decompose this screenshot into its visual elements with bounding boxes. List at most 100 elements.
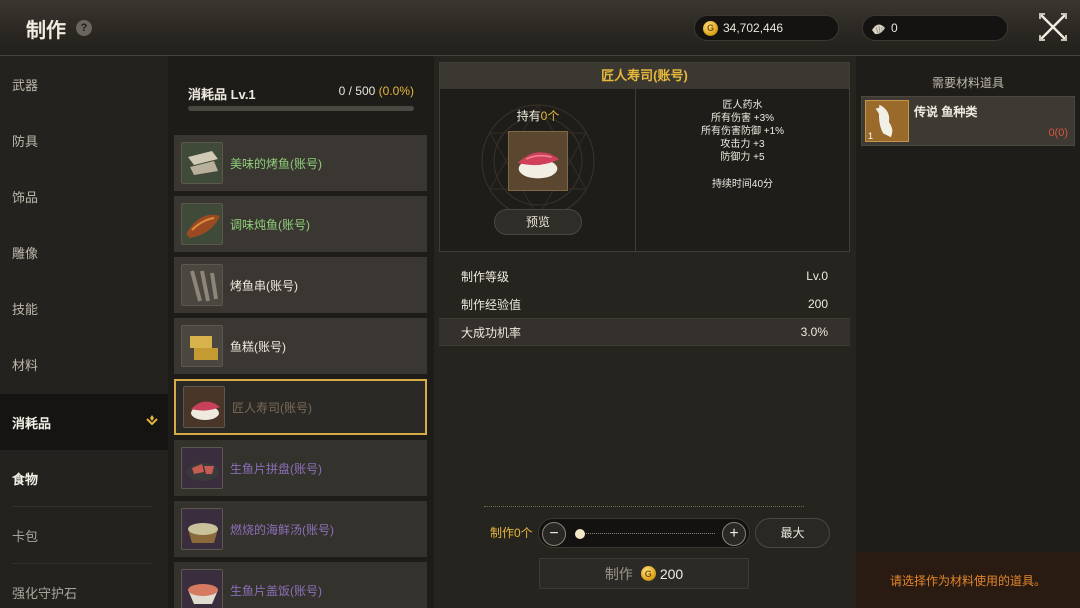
craft-stats: 制作等级 Lv.0 制作经验值 200 大成功机率 3.0% [439,262,850,346]
material-hint: 请选择作为材料使用的道具。 [856,552,1080,608]
gold-coin-icon: G [640,566,656,581]
recipe-item[interactable]: 美味的烤鱼(账号) [174,135,427,191]
item-effects: 匠人药水 所有伤害 +3% 所有伤害防御 +1% 攻击力 +3 防御力 +5 持… [636,89,849,251]
sidebar-item-label: 消耗品 [12,415,52,431]
shell-amount: 0 [891,21,898,35]
stat-value: Lv.0 [806,269,828,283]
recipe-detail-panel: 匠人寿司(账号) 持有0个 预览 匠人药水 所有伤害 +3% 所有伤害防御 +1… [434,56,856,608]
sidebar-item-armor[interactable]: 防具 [0,112,168,168]
recipe-name: 匠人寿司(账号) [232,400,312,415]
header-bar: 制作 ? G 34,702,446 0 [0,0,1080,56]
recipe-name: 鱼糕(账号) [230,339,286,354]
stat-label: 制作等级 [461,269,510,284]
recipe-name: 烤鱼串(账号) [230,278,298,293]
sushi-icon [508,131,568,191]
craft-progress-bar [188,106,414,111]
progress-count: 0 / 500 [338,84,376,98]
fish-icon: 1 [865,100,909,142]
sidebar-item-food[interactable]: 食物 [0,450,168,506]
owned-label: 持有 [516,109,541,123]
recipe-item-selected[interactable]: 匠人寿司(账号) [174,379,427,435]
sidebar-item-label: 卡包 [12,528,39,544]
item-card: 匠人寿司(账号) 持有0个 预览 匠人药水 所有伤害 +3% 所有伤害防御 +1… [439,62,850,252]
preview-button[interactable]: 预览 [494,209,582,235]
recipe-name: 燃烧的海鲜汤(账号) [230,522,334,537]
effect-line: 匠人药水 [722,100,763,111]
materials-panel: 需要材料道具 1 传说 鱼种类 0(0) 请选择作为材料使用的道具。 [856,56,1080,608]
sidebar-item-label: 武器 [12,77,39,93]
fish-cake-icon [181,325,223,367]
grilled-fish-icon [181,142,223,184]
sidebar-item-label: 技能 [12,301,39,317]
category-level: 消耗品 Lv.1 [188,87,256,102]
sidebar-item-materials[interactable]: 材料 [0,336,168,392]
page-title: 制作 [26,20,66,42]
craft-label: 制作 [604,565,633,582]
gold-coin-icon: G [703,20,718,36]
quantity-slider[interactable]: − + [538,518,750,548]
recipe-item[interactable]: 生鱼片盖饭(账号) [174,562,427,608]
item-title: 匠人寿司(账号) [440,63,849,89]
close-icon[interactable] [1036,10,1070,44]
stat-value: 200 [807,297,828,311]
effect-duration: 持续时间40分 [711,179,774,190]
effect-line: 防御力 +5 [720,152,765,163]
recipe-list-panel: 消耗品 Lv.1 0 / 500 (0.0%) 美味的烤鱼(账号) 调味炖鱼(账… [168,56,434,608]
minus-button[interactable]: − [542,522,566,546]
divider [484,506,804,510]
effect-line: 所有伤害 +3% [710,113,775,124]
material-quantity: 0(0) [1048,127,1068,139]
effect-line: 攻击力 +3 [720,139,765,150]
stat-row: 大成功机率 3.0% [439,318,850,346]
sidebar-item-statues[interactable]: 雕像 [0,224,168,280]
help-icon[interactable]: ? [76,20,92,36]
craft-progress-text: 0 / 500 (0.0%) [339,84,414,98]
braised-fish-icon [181,203,223,245]
stat-row: 制作经验值 200 [439,290,850,318]
sidebar-item-label: 强化守护石 [12,585,78,601]
sidebar-item-label: 食物 [12,471,39,487]
recipe-item[interactable]: 调味炖鱼(账号) [174,196,427,252]
recipe-item[interactable]: 燃烧的海鲜汤(账号) [174,501,427,557]
sidebar-item-enhance-guard-stone[interactable]: 强化守护石 [0,564,168,608]
craft-quantity-label: 制作0个 [490,526,533,540]
plus-button[interactable]: + [722,522,746,546]
sidebar-item-weapons[interactable]: 武器 [0,56,168,112]
materials-header: 需要材料道具 [931,76,1004,90]
fish-skewer-icon [181,264,223,306]
stat-value: 3.0% [800,325,828,339]
chevron-down-icon [146,415,158,426]
sidebar-item-card-packs[interactable]: 卡包 [0,507,168,563]
material-slot[interactable]: 1 传说 鱼种类 0(0) [861,96,1075,146]
sidebar-item-accessories[interactable]: 饰品 [0,168,168,224]
craft-button[interactable]: 制作 G 200 [539,558,749,589]
slider-handle[interactable] [575,529,585,539]
shell-currency: 0 [862,15,1008,41]
recipe-item[interactable]: 烤鱼串(账号) [174,257,427,313]
recipe-name: 生鱼片盖饭(账号) [230,583,322,598]
sidebar-item-skills[interactable]: 技能 [0,280,168,336]
progress-percent: (0.0%) [378,84,414,98]
gold-currency: G 34,702,446 [694,15,839,41]
sashimi-platter-icon [181,447,223,489]
gold-amount: 34,702,446 [723,21,784,35]
stat-label: 大成功机率 [461,325,522,340]
craft-cost: 200 [659,565,684,582]
recipe-item[interactable]: 生鱼片拼盘(账号) [174,440,427,496]
sushi-icon [183,386,225,428]
seafood-soup-icon [181,508,223,550]
item-preview-area: 持有0个 预览 [440,89,636,251]
recipe-item[interactable]: 鱼糕(账号) [174,318,427,374]
max-button[interactable]: 最大 [755,518,830,548]
material-name: 传说 鱼种类 [914,105,978,119]
slider-track[interactable] [575,533,715,534]
sidebar-item-label: 材料 [12,357,39,373]
sidebar-item-label: 饰品 [12,189,39,205]
sidebar-item-label: 雕像 [12,245,39,261]
shell-icon [872,23,885,34]
category-sidebar: 武器 防具 饰品 雕像 技能 材料 消耗品 食物 卡包 强化守护石 [0,56,168,608]
stat-label: 制作经验值 [461,297,522,312]
recipe-name: 美味的烤鱼(账号) [230,156,322,171]
sidebar-item-consumables[interactable]: 消耗品 [0,394,168,450]
sashimi-rice-bowl-icon [181,569,223,608]
